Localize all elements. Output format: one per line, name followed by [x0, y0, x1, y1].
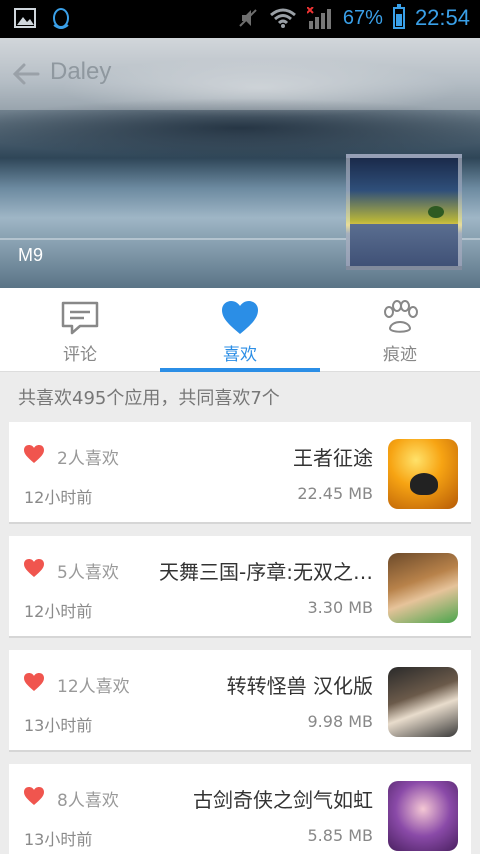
app-card[interactable]: 5人喜欢 12小时前 天舞三国-序章:无双之… 3.30 MB [9, 536, 471, 638]
likes-count: 12人喜欢 [57, 677, 130, 697]
tab-traces[interactable]: 痕迹 [320, 288, 480, 372]
tab-bar: 评论 喜欢 痕迹 [0, 288, 480, 372]
heart-icon[interactable] [23, 444, 45, 464]
heart-icon[interactable] [23, 558, 45, 578]
app-icon[interactable] [388, 781, 458, 851]
liked-time: 13小时前 [24, 716, 93, 735]
avatar-tree [428, 206, 444, 218]
avatar[interactable] [346, 154, 462, 270]
battery-percent: 67% [342, 6, 383, 29]
app-size: 9.98 MB [307, 712, 374, 731]
avatar-field [350, 224, 458, 266]
liked-time: 13小时前 [24, 830, 93, 849]
tab-label: 喜欢 [223, 345, 257, 365]
device-label: M9 [18, 245, 44, 265]
qq-icon [53, 8, 69, 29]
signal-icon [306, 7, 331, 29]
comment-icon [61, 301, 99, 335]
back-arrow-icon[interactable] [12, 60, 40, 88]
tab-indicator [160, 368, 320, 372]
tab-label: 评论 [63, 345, 97, 365]
heart-icon[interactable] [23, 672, 45, 692]
profile-cover: Daley M9 [0, 38, 480, 288]
battery-icon [392, 4, 405, 29]
heart-icon[interactable] [23, 786, 45, 806]
app-size: 22.45 MB [297, 484, 373, 503]
clock: 22:54 [414, 5, 470, 30]
app-size: 3.30 MB [307, 598, 374, 617]
likes-count: 5人喜欢 [57, 563, 119, 583]
mute-icon [239, 9, 257, 27]
app-name: 古剑奇侠之剑气如虹 [193, 788, 373, 812]
app-card[interactable]: 12人喜欢 13小时前 转转怪兽 汉化版 9.98 MB [9, 650, 471, 752]
app-name: 天舞三国-序章:无双之… [159, 560, 373, 584]
image-icon [14, 8, 36, 28]
tab-likes[interactable]: 喜欢 [160, 288, 320, 372]
likes-count: 2人喜欢 [57, 449, 119, 469]
app-card[interactable]: 8人喜欢 13小时前 古剑奇侠之剑气如虹 5.85 MB [9, 764, 471, 854]
likes-count: 8人喜欢 [57, 791, 119, 811]
app-card[interactable]: 2人喜欢 12小时前 王者征途 22.45 MB [9, 422, 471, 524]
paw-icon [384, 300, 418, 333]
app-name: 转转怪兽 汉化版 [226, 674, 373, 698]
app-icon[interactable] [388, 439, 458, 509]
app-icon[interactable] [388, 667, 458, 737]
app-name: 王者征途 [293, 446, 373, 470]
likes-summary: 共喜欢495个应用，共同喜欢7个 [18, 388, 280, 409]
wifi-icon [269, 8, 296, 28]
app-icon[interactable] [388, 553, 458, 623]
liked-time: 12小时前 [24, 488, 93, 507]
app-size: 5.85 MB [307, 826, 374, 845]
heart-icon [222, 301, 258, 334]
status-bar: 67% 22:54 [0, 0, 480, 38]
tab-comments[interactable]: 评论 [0, 288, 160, 372]
app-bar: Daley [0, 38, 480, 110]
liked-time: 12小时前 [24, 602, 93, 621]
tab-label: 痕迹 [383, 345, 417, 365]
page-title: Daley [50, 58, 112, 85]
